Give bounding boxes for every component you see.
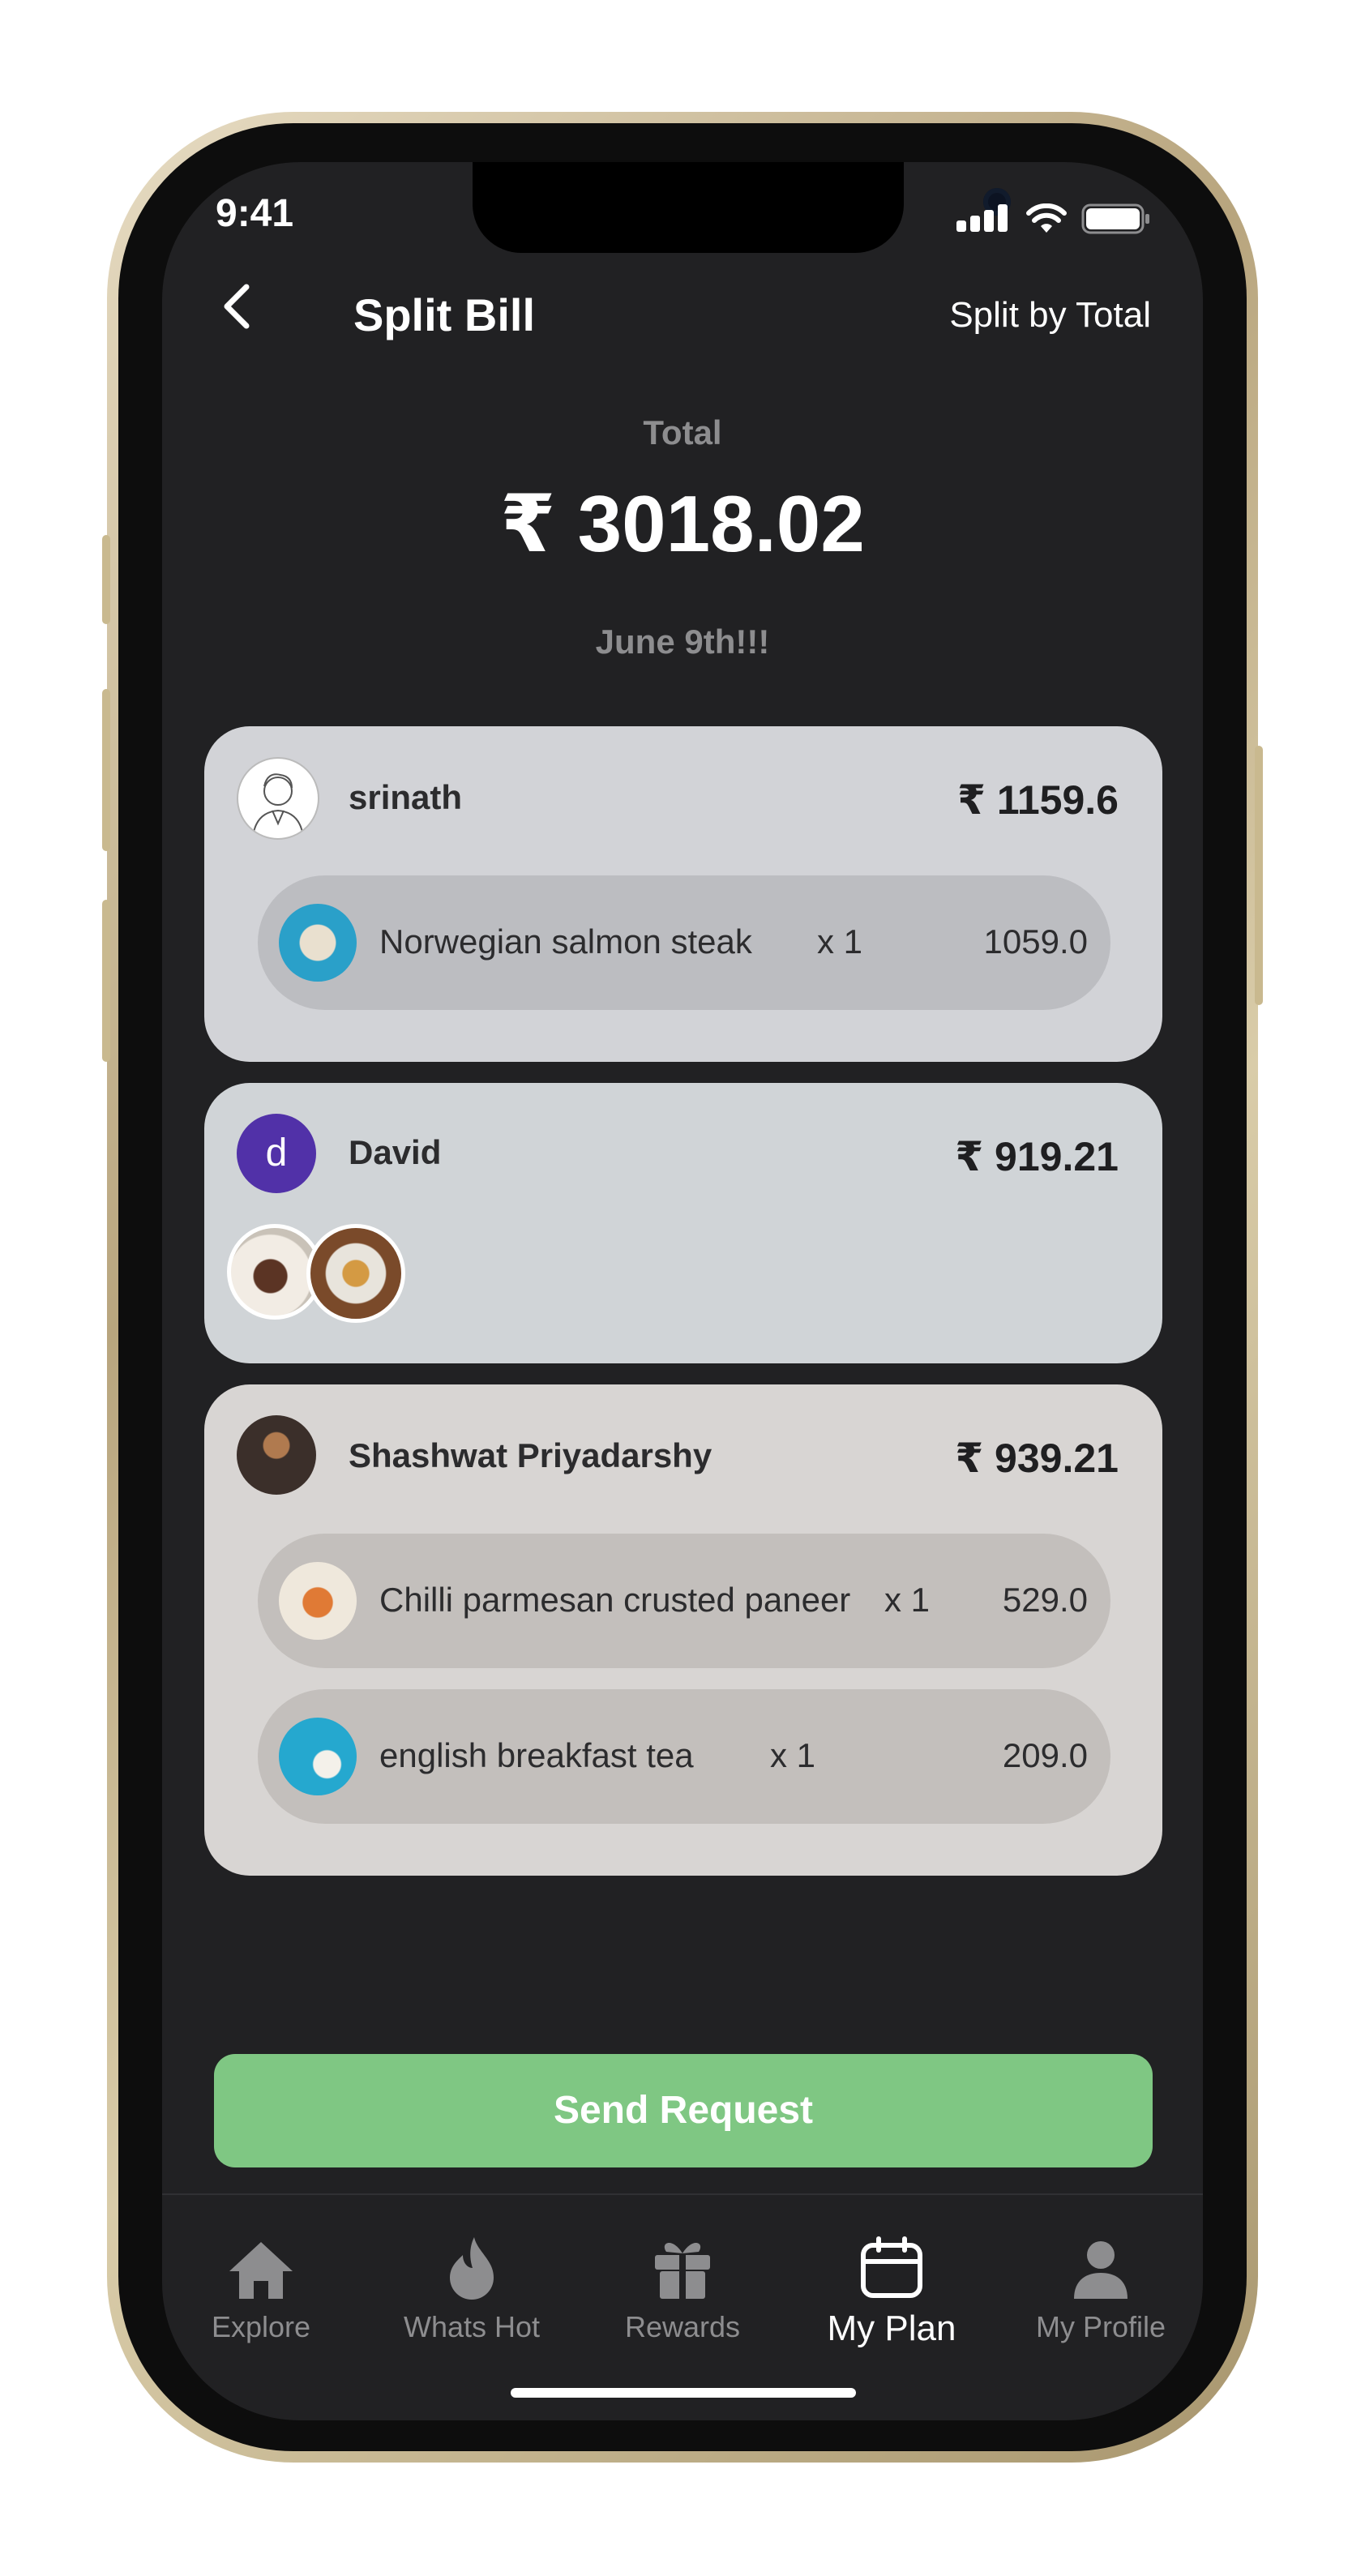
item-name: english breakfast tea [379,1736,694,1774]
flame-icon [450,2237,494,2300]
tab-explore[interactable]: Explore [164,2227,358,2344]
tab-label: Explore [211,2310,311,2343]
power-button [1255,746,1263,1005]
item-quantity: x 1 [770,1736,816,1774]
status-time: 9:41 [216,192,294,235]
tab-whats-hot[interactable]: Whats Hot [374,2227,569,2344]
back-arrow-icon[interactable] [214,282,263,331]
gift-icon [655,2242,710,2299]
participant-amount: ₹ 939.21 [955,1436,1119,1481]
item-quantity: x 1 [817,922,863,961]
app-screen: 9:41 Split Bill Split by Total Total ₹ 3… [162,162,1203,2420]
participant-name: David [349,1133,442,1171]
participant-card[interactable]: Shashwat Priyadarshy ₹ 939.21 Chilli par… [204,1384,1162,1876]
tab-label: My Profile [1035,2310,1166,2343]
volume-up-button [102,689,110,851]
send-request-button[interactable]: Send Request [214,2054,1153,2167]
item-price: 529.0 [1002,1581,1088,1619]
calendar-icon [861,2236,922,2298]
item-name: Chilli parmesan crusted paneer [379,1581,851,1619]
navigation-bar: Split Bill Split by Total [162,253,1203,374]
salmon-dish-thumbnail [279,904,357,982]
participant-name: Shashwat Priyadarshy [349,1436,712,1474]
participant-amount: ₹ 919.21 [955,1134,1119,1179]
bill-item[interactable]: Chilli parmesan crusted paneer x 1 529.0 [258,1534,1110,1668]
tea-cup-thumbnail [279,1718,357,1795]
item-price: 209.0 [1002,1736,1088,1774]
tab-label: Whats Hot [403,2310,541,2343]
tab-my-plan[interactable]: My Plan [794,2227,989,2349]
total-label: Total [643,413,722,451]
split-mode-button[interactable]: Split by Total [949,295,1151,336]
tab-bar: Explore Whats Hot Rewards My Plan My Pro… [162,2193,1203,2420]
signal-icon [956,204,1012,233]
avatar: d [237,1114,316,1193]
mute-switch [102,535,110,624]
plan-name: June 9th!!! [595,623,770,661]
total-amount: ₹ 3018.02 [500,479,865,568]
tab-label: Rewards [624,2310,741,2343]
person-icon [1074,2241,1128,2299]
wifi-icon [1026,203,1067,233]
tab-label: My Plan [827,2309,956,2348]
item-price: 1059.0 [983,922,1088,961]
participant-amount: ₹ 1159.6 [957,777,1119,823]
participant-card[interactable]: srinath ₹ 1159.6 Norwegian salmon steak … [204,726,1162,1062]
sketch-portrait-icon [252,773,304,837]
item-name: Norwegian salmon steak [379,922,752,961]
avatar [237,1415,316,1495]
participant-name: srinath [349,778,463,816]
page-title: Split Bill [353,289,535,340]
notch [473,162,1011,253]
tab-rewards[interactable]: Rewards [585,2227,780,2344]
status-icons [956,203,1151,235]
bill-item[interactable]: english breakfast tea x 1 209.0 [258,1689,1110,1824]
volume-down-button [102,900,110,1062]
tab-my-profile[interactable]: My Profile [1003,2227,1198,2344]
avatar [237,757,319,840]
home-indicator[interactable] [511,2388,856,2398]
participant-card[interactable]: d David ₹ 919.21 [204,1083,1162,1363]
paneer-dish-thumbnail [279,1562,357,1640]
burger-platter-thumbnail [306,1224,405,1323]
battery-icon [1081,203,1149,234]
item-quantity: x 1 [884,1581,930,1619]
home-icon [229,2242,293,2299]
bill-item[interactable]: Norwegian salmon steak x 1 1059.0 [258,875,1110,1010]
